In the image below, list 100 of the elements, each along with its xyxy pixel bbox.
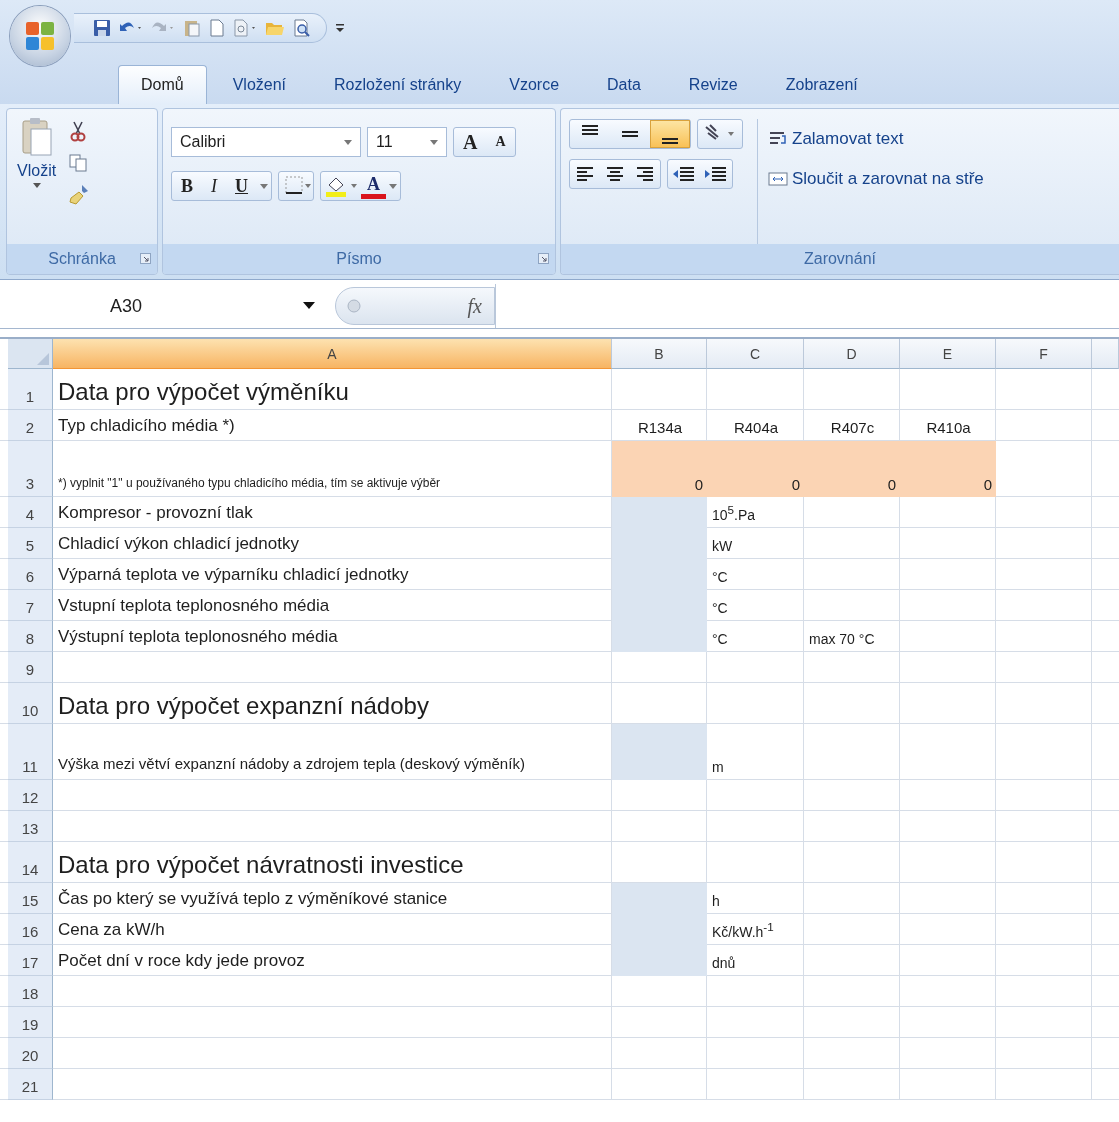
font-color-button[interactable]: A — [361, 173, 386, 199]
row-header[interactable]: 19 — [8, 1007, 53, 1038]
row-header[interactable]: 10 — [8, 683, 53, 724]
table-cell: 0 — [612, 441, 707, 497]
row-header[interactable]: 17 — [8, 945, 53, 976]
row-header[interactable]: 12 — [8, 780, 53, 811]
dialog-launcher-icon[interactable] — [538, 253, 549, 264]
paste-button[interactable]: Vložit — [11, 115, 63, 238]
table-cell-text: R410a — [925, 418, 972, 438]
clipboard-icon[interactable] — [182, 18, 202, 38]
table-cell-text: Data pro výpočet návratnosti investice — [57, 850, 465, 880]
row-header[interactable]: 18 — [8, 976, 53, 1007]
font-name-field[interactable]: Calibri — [171, 127, 361, 157]
underline-button[interactable]: U — [226, 172, 257, 200]
row-header[interactable]: 20 — [8, 1038, 53, 1069]
shrink-font-button[interactable]: A — [486, 128, 515, 156]
caret-icon[interactable] — [303, 302, 315, 310]
office-button[interactable] — [10, 6, 70, 66]
italic-button[interactable]: I — [202, 172, 226, 200]
table-cell-text: Výstupní teplota teplonosného média — [57, 626, 339, 648]
group-label: Schránka — [48, 250, 116, 268]
table-cell-text: Počet dní v roce kdy jede provoz — [57, 950, 306, 972]
column-header[interactable]: B — [612, 339, 707, 369]
align-middle-icon — [622, 131, 638, 137]
row-header[interactable]: 2 — [8, 410, 53, 441]
table-cell: 0 — [707, 441, 804, 497]
column-header[interactable]: E — [900, 339, 996, 369]
table-cell-text: max 70 °C — [808, 630, 876, 649]
customize-toolbar-icon[interactable] — [335, 21, 345, 35]
ribbon-tab[interactable]: Rozložení stránky — [312, 66, 484, 104]
row-header[interactable]: 14 — [8, 842, 53, 883]
table-cell-text: R134a — [636, 418, 684, 438]
row-header[interactable]: 16 — [8, 914, 53, 945]
table-cell-text: Výška mezi větví expanzní nádoby a zdrojem tepla (deskový výměník) — [57, 753, 526, 774]
merge-cells-icon — [768, 170, 788, 188]
table-cell-text: dnů — [711, 954, 737, 973]
ribbon-tab[interactable]: Zobrazení — [763, 66, 880, 104]
row-header[interactable]: 7 — [8, 590, 53, 621]
table-cell-text: h — [711, 892, 721, 911]
table-cell-text: Výparná teplota ve výparníku chladicí jednotky — [57, 564, 410, 586]
ribbon-tab[interactable]: Revize — [666, 66, 760, 104]
wrap-text-button[interactable]: Zalamovat text — [768, 129, 984, 149]
row-header[interactable]: 8 — [8, 621, 53, 652]
row-header[interactable]: 13 — [8, 811, 53, 842]
row-header[interactable]: 3 — [8, 441, 53, 497]
table-cell-text: m — [711, 758, 725, 777]
ribbon-tab[interactable]: Domů — [118, 65, 207, 104]
caret-icon — [430, 139, 438, 145]
triangle-icon — [37, 353, 49, 365]
table-cell-text: Kč/kW.h$^{-1}$ — [711, 919, 775, 942]
table-cell-text: Data pro výpočet expanzní nádoby — [57, 691, 430, 721]
vertical-align-button[interactable] — [650, 120, 690, 148]
bold-button[interactable]: B — [172, 172, 202, 200]
row-header[interactable]: 15 — [8, 883, 53, 914]
table-cell-text: Čas po který se využívá teplo z výměníkové stanice — [57, 888, 449, 910]
table-cell-text: °C — [711, 630, 729, 649]
font-size-field[interactable]: 11 — [367, 127, 447, 157]
table-cell-text: Typ chladicího média *) — [57, 415, 236, 437]
merge-center-button[interactable]: Sloučit a zarovnat na stře — [768, 169, 984, 189]
table-cell-text: Chladicí výkon chladicí jednotky — [57, 533, 300, 555]
align-bottom-icon — [662, 138, 678, 144]
print-preview-icon[interactable] — [292, 18, 312, 38]
ribbon-tab[interactable]: Data — [585, 66, 663, 104]
table-cell-text: kW — [711, 537, 734, 556]
ribbon-tab[interactable]: Vzorce — [487, 66, 582, 104]
insert-function-button[interactable]: fx — [335, 287, 495, 325]
table-cell-text: 10$^{5}$.Pa — [711, 502, 757, 525]
column-header[interactable]: F — [996, 339, 1092, 369]
table-cell-text: °C — [711, 599, 729, 618]
save-icon[interactable] — [92, 18, 112, 38]
column-header[interactable]: C — [707, 339, 804, 369]
row-header[interactable]: 11 — [8, 724, 53, 780]
dialog-launcher-icon[interactable] — [140, 253, 151, 264]
table-cell-text: *) vyplnit "1" u používaného typu chladicího média, tím se aktivuje výběr — [57, 475, 442, 492]
table-cell-text: Cena za kW/h — [57, 919, 166, 941]
brush-icon[interactable] — [68, 183, 91, 205]
row-header[interactable]: 9 — [8, 652, 53, 683]
table-cell-text: R407c — [829, 418, 876, 438]
row-header[interactable]: 21 — [8, 1069, 53, 1100]
align-top-icon — [582, 125, 598, 135]
table-cell-text: R404a — [732, 418, 780, 438]
table-cell: 0 — [900, 441, 996, 497]
name-box[interactable]: A30 — [0, 295, 335, 317]
caret-icon — [32, 183, 41, 188]
row-header[interactable]: 6 — [8, 559, 53, 590]
table-cell-text: °C — [711, 568, 729, 587]
table-cell-text: Data pro výpočet výměníku — [57, 377, 350, 407]
group-label: Zarovnání — [803, 250, 876, 268]
grow-font-button[interactable]: A — [454, 128, 487, 156]
column-header[interactable]: D — [804, 339, 900, 369]
table-cell-text: Kompresor - provozní tlak — [57, 502, 254, 524]
ribbon-tab[interactable]: Vložení — [210, 66, 309, 104]
circle-icon — [346, 298, 362, 314]
row-header[interactable]: 4 — [8, 497, 53, 528]
table-cell-text: Vstupní teplota teplonosného média — [57, 595, 331, 617]
table-cell: 0 — [804, 441, 900, 497]
row-header[interactable]: 5 — [8, 528, 53, 559]
row-header[interactable]: 1 — [8, 369, 53, 410]
column-header[interactable]: A — [53, 339, 612, 369]
copy-icon[interactable] — [68, 153, 89, 173]
